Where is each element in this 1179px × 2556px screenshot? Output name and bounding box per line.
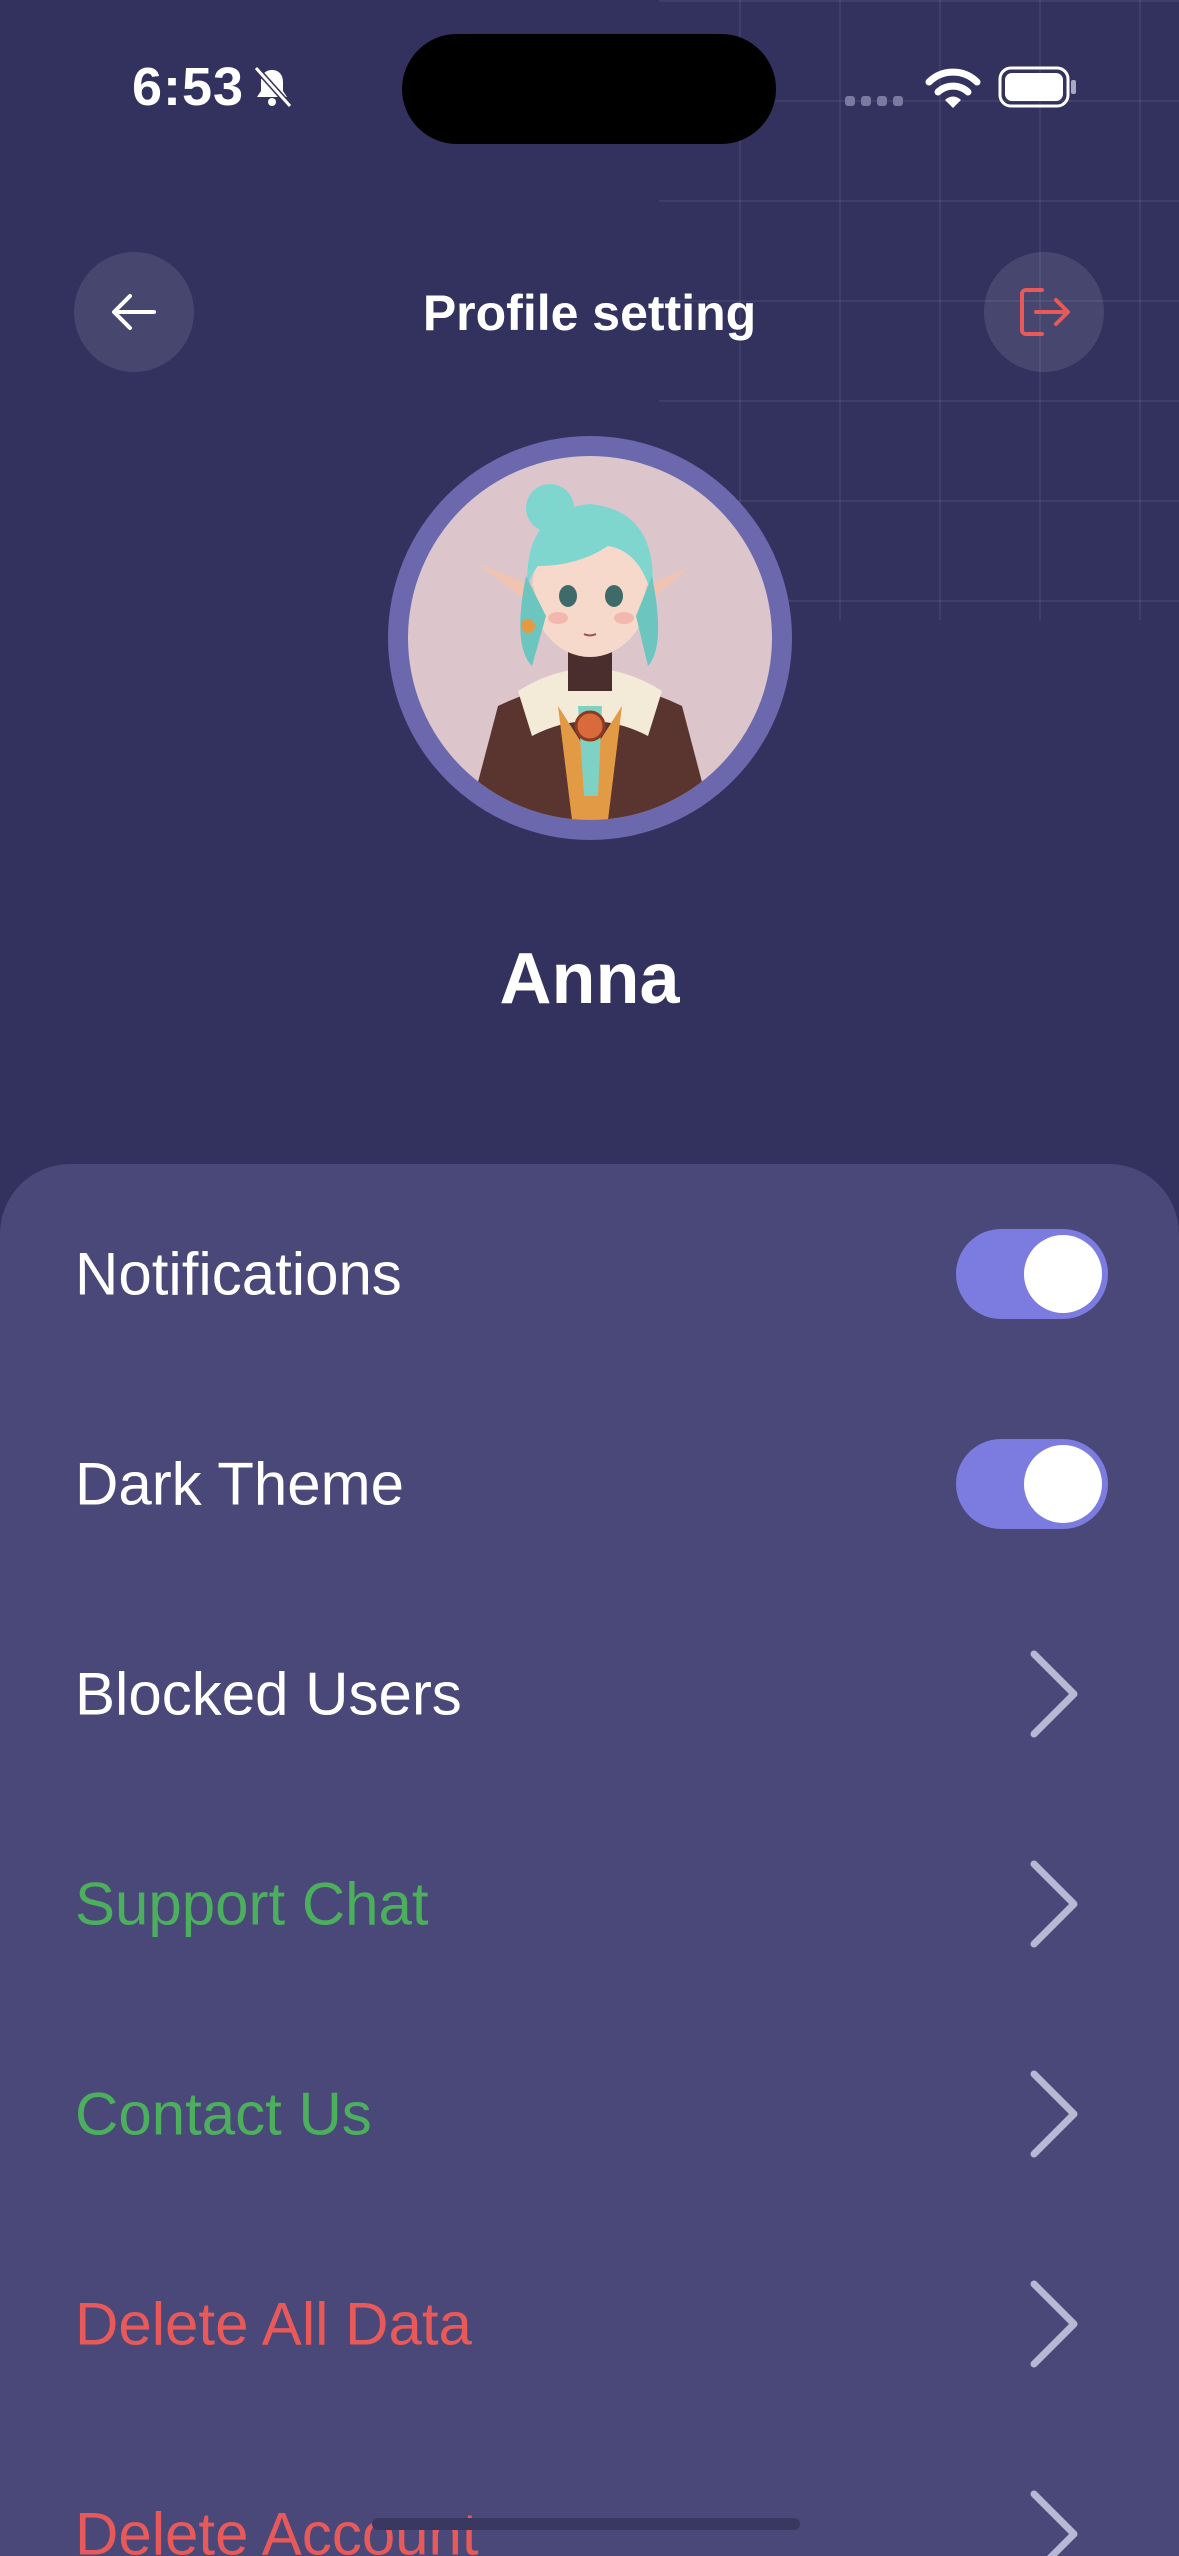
- setting-label: Notifications: [75, 1240, 402, 1308]
- setting-label: Blocked Users: [75, 1660, 462, 1728]
- avatar-image: [408, 456, 772, 820]
- toggle-knob: [1024, 1235, 1102, 1313]
- setting-label: Dark Theme: [75, 1450, 405, 1518]
- toggle-knob: [1024, 1445, 1102, 1523]
- chevron-right-icon: [1030, 1860, 1078, 1948]
- logout-icon: [1020, 288, 1070, 336]
- setting-row-dark-theme[interactable]: Dark Theme: [0, 1394, 1179, 1574]
- setting-row-blocked-users[interactable]: Blocked Users: [0, 1604, 1179, 1784]
- dark-theme-toggle[interactable]: [956, 1439, 1108, 1529]
- home-indicator[interactable]: [372, 2518, 800, 2530]
- setting-label: Contact Us: [75, 2080, 372, 2148]
- setting-row-contact-us[interactable]: Contact Us: [0, 2024, 1179, 2204]
- setting-label: Support Chat: [75, 1870, 429, 1938]
- dynamic-island: [402, 34, 776, 144]
- chevron-right-icon: [1030, 2070, 1078, 2158]
- setting-row-notifications[interactable]: Notifications: [0, 1184, 1179, 1364]
- wifi-icon: [925, 68, 981, 108]
- setting-label: Delete All Data: [75, 2290, 472, 2358]
- cellular-signal-icon: [845, 96, 903, 106]
- status-bar: 6:53: [0, 0, 1179, 170]
- user-name: Anna: [499, 939, 680, 1019]
- settings-panel: Notifications Dark Theme Blocked Users S…: [0, 1164, 1179, 2556]
- notifications-toggle[interactable]: [956, 1229, 1108, 1319]
- bell-off-icon: [253, 65, 293, 108]
- chevron-right-icon: [1030, 2280, 1078, 2368]
- chevron-right-icon: [1030, 1650, 1078, 1738]
- avatar[interactable]: [388, 436, 792, 840]
- chevron-right-icon: [1030, 2490, 1078, 2556]
- setting-row-delete-account[interactable]: Delete Account: [0, 2444, 1179, 2556]
- setting-row-delete-all-data[interactable]: Delete All Data: [0, 2234, 1179, 2414]
- battery-icon: [998, 66, 1076, 108]
- status-time: 6:53: [132, 57, 245, 117]
- setting-row-support-chat[interactable]: Support Chat: [0, 1814, 1179, 1994]
- logout-button[interactable]: [984, 252, 1104, 372]
